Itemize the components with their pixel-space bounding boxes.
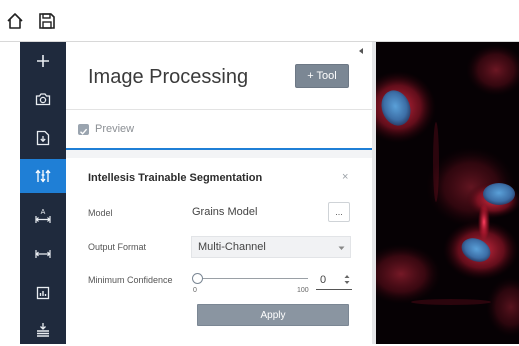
home-icon[interactable] <box>5 11 25 31</box>
sidebar-item-chart[interactable] <box>20 276 66 310</box>
output-format-select[interactable]: Multi-Channel <box>191 236 351 258</box>
spinner-arrows-icon[interactable] <box>344 274 350 285</box>
measure-annotation-icon: A <box>34 207 52 225</box>
sidebar-item-import[interactable] <box>20 121 66 155</box>
model-label: Model <box>88 208 113 218</box>
sidebar-item-camera[interactable] <box>20 82 66 116</box>
number-input-underline <box>316 289 352 290</box>
sidebar-item-add[interactable] <box>20 44 66 78</box>
panel-title: Image Processing <box>88 66 249 88</box>
top-toolbar <box>0 0 519 42</box>
left-sidebar: A <box>20 42 66 344</box>
chevron-down-icon <box>338 246 345 250</box>
collapse-left-icon[interactable] <box>357 47 365 55</box>
close-icon[interactable]: × <box>342 171 348 183</box>
plus-icon <box>36 54 50 68</box>
confidence-slider-track[interactable] <box>198 278 308 279</box>
measure-width-icon <box>34 247 52 261</box>
model-browse-button[interactable]: ... <box>328 202 350 222</box>
slider-min-label: 0 <box>193 287 197 294</box>
apply-button[interactable]: Apply <box>197 304 349 326</box>
svg-text:A: A <box>41 209 46 216</box>
preview-checkbox[interactable] <box>78 124 89 135</box>
confidence-slider-thumb[interactable] <box>192 273 203 284</box>
slider-max-label: 100 <box>297 287 309 294</box>
model-value: Grains Model <box>192 206 258 218</box>
stack-layers-icon <box>35 321 51 337</box>
sidebar-item-measure[interactable] <box>20 237 66 271</box>
confidence-number-input[interactable]: 0 <box>320 274 326 286</box>
panel-header: Image Processing + Tool <box>66 42 372 110</box>
save-icon[interactable] <box>37 11 57 31</box>
camera-icon <box>35 92 51 106</box>
adjust-arrows-icon <box>35 168 51 184</box>
chart-icon <box>36 286 50 300</box>
minimum-confidence-label: Minimum Confidence <box>88 275 173 285</box>
microscopy-image <box>376 42 519 344</box>
preview-row: Preview <box>66 110 372 150</box>
segmentation-tool-card: Intellesis Trainable Segmentation × Mode… <box>66 158 372 344</box>
image-processing-panel: Image Processing + Tool Preview Intelles… <box>66 42 372 344</box>
add-tool-button[interactable]: + Tool <box>295 64 349 88</box>
tool-card-title: Intellesis Trainable Segmentation <box>88 172 263 184</box>
sidebar-item-processing[interactable] <box>20 159 66 193</box>
output-format-value: Multi-Channel <box>198 241 266 253</box>
image-viewer[interactable] <box>376 42 519 344</box>
output-format-label: Output Format <box>88 242 147 252</box>
checkmark-icon <box>80 128 88 135</box>
preview-label: Preview <box>95 123 135 135</box>
sidebar-item-annotate[interactable]: A <box>20 199 66 233</box>
sidebar-item-stack[interactable] <box>20 312 66 346</box>
import-document-icon <box>36 130 50 146</box>
